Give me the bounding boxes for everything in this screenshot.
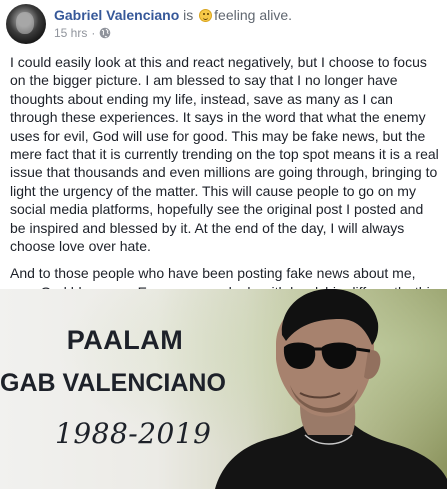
post-title-line: Gabriel Valenciano is feeling alive.: [54, 7, 292, 23]
facebook-post: Gabriel Valenciano is feeling alive. 15 …: [0, 0, 447, 489]
photo-caption-line-3: 1988-2019: [55, 417, 212, 450]
avatar[interactable]: [6, 4, 46, 44]
author-name-link[interactable]: Gabriel Valenciano: [54, 7, 179, 23]
post-header: Gabriel Valenciano is feeling alive. 15 …: [0, 0, 447, 44]
globe-icon[interactable]: [99, 27, 111, 39]
meta-separator: ·: [91, 26, 96, 40]
photo-caption-line-2: GAB VALENCIANO: [0, 369, 226, 397]
photo-caption-line-1: PAALAM: [66, 325, 184, 355]
post-paragraph-1: I could easily look at this and react ne…: [10, 54, 439, 255]
post-meta: 15 hrs ·: [54, 26, 111, 40]
is-text: is: [179, 7, 198, 23]
smiley-emoji-icon: [199, 9, 213, 22]
feeling-text[interactable]: feeling alive.: [214, 7, 292, 23]
post-photo[interactable]: PAALAM GAB VALENCIANO 1988-2019: [0, 289, 447, 489]
timestamp-link[interactable]: 15 hrs: [54, 26, 87, 40]
